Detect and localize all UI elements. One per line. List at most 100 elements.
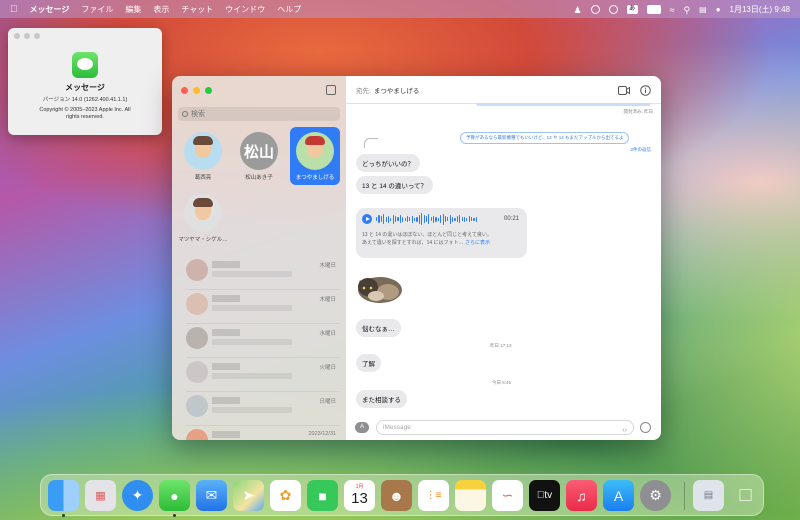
redacted-name (212, 397, 240, 404)
compose-icon[interactable] (326, 85, 336, 95)
notes-icon[interactable] (455, 480, 486, 511)
conversation-item[interactable]: 水曜日 (186, 324, 340, 358)
messages-icon[interactable]: ● (159, 480, 190, 511)
pinned-contact-4[interactable]: マツヤマ・シゲル… (178, 193, 228, 247)
battery-icon[interactable] (646, 4, 661, 14)
input-source-icon[interactable]: あ (626, 4, 638, 14)
music-icon[interactable]: ♫ (566, 480, 597, 511)
launchpad-icon[interactable]: ▦ (85, 480, 116, 511)
photos-icon[interactable]: ✿ (270, 480, 301, 511)
emoji-icon[interactable] (640, 422, 651, 433)
zoom-button[interactable] (205, 87, 212, 94)
message-bubble[interactable]: どっちがいいの？ (356, 154, 420, 172)
pinned-contact-1[interactable]: 葛西亮 (178, 131, 228, 185)
about-close-button[interactable] (14, 33, 20, 39)
contacts-icon[interactable]: ☻ (381, 480, 412, 511)
reply-count-link[interactable]: 2件の返信 (630, 147, 651, 153)
conversation-item[interactable]: 日曜日 (186, 392, 340, 426)
conversation-date: 水曜日 (319, 331, 336, 337)
mail-icon[interactable]: ✉ (196, 480, 227, 511)
conversation-item[interactable]: 火曜日 (186, 358, 340, 392)
audio-transcript: 13 と 14 の違いはほぼない。ほとんど同じと考えて良い。 あえて違いを探すと… (362, 231, 492, 247)
freeform-icon[interactable]: ∽ (492, 480, 523, 511)
dictation-icon[interactable]: ‹› (622, 424, 627, 437)
close-button[interactable] (181, 87, 188, 94)
menu-clock[interactable]: 1月13日(土) 9:48 (730, 4, 790, 15)
message-input[interactable]: iMessage ‹› (376, 420, 634, 435)
recipient-name[interactable]: まつやましげる (374, 85, 420, 95)
search-icon (182, 111, 188, 117)
about-window: メッセージ バージョン 14.0 (1262.400.41.1.1) Copyr… (8, 28, 162, 135)
conversation-date: 木曜日 (319, 263, 336, 269)
facetime-video-icon[interactable] (618, 86, 630, 95)
info-icon[interactable] (640, 85, 651, 96)
avatar (186, 293, 208, 315)
menu-edit[interactable]: 編集 (125, 4, 141, 15)
window-controls (181, 87, 212, 94)
pinned-contact-3[interactable]: まつやましげる (290, 127, 340, 185)
about-zoom-button[interactable] (34, 33, 40, 39)
show-more-link[interactable]: さらに表示 (465, 240, 490, 246)
downloads-icon[interactable]: ▤ (693, 480, 724, 511)
menu-window[interactable]: ウインドウ (225, 4, 265, 15)
timestamp-yesterday: 昨日 17:13 (490, 343, 512, 348)
about-copyright-1: Copyright © 2005–2023 Apple Inc. All (39, 107, 131, 113)
about-minimize-button[interactable] (24, 33, 30, 39)
transcript-line-2-text: あえて違いを探すとすれば、14 にはフォト… (362, 240, 464, 246)
message-bubble[interactable]: 悩むなぁ… (356, 319, 401, 337)
to-label: 宛先: (356, 87, 371, 95)
redacted-name (212, 329, 240, 336)
tv-icon[interactable]: tv (529, 480, 560, 511)
control-center-icon[interactable]: ▤ (699, 5, 707, 14)
reply-quote-bubble[interactable]: 予算があるなら最新機種でもいいけど、13 や 14 もまだアップルから出てるよ (460, 132, 630, 144)
redacted-name (212, 295, 240, 302)
spotlight-search-icon[interactable]: ⚲ (684, 5, 691, 15)
trash-icon[interactable]: □ (730, 480, 761, 511)
avatar (296, 132, 334, 170)
menu-chat[interactable]: チャット (181, 4, 213, 15)
status-icon[interactable] (590, 4, 600, 14)
app-store-icon[interactable]: A (603, 480, 634, 511)
search-field[interactable]: 検索 (178, 107, 340, 121)
reply-thread-line (364, 138, 378, 148)
facetime-icon[interactable]: ■ (307, 480, 338, 511)
app-store-button[interactable]: A (355, 422, 369, 433)
conversation-item[interactable]: 木曜日 (186, 256, 340, 290)
cat-sticker-image[interactable] (352, 272, 404, 306)
message-bubble[interactable]: 了解 (356, 354, 381, 372)
minimize-button[interactable] (193, 87, 200, 94)
siri-icon[interactable]: ● (716, 5, 721, 14)
calendar-icon[interactable]: 1月 13 (344, 480, 375, 511)
reminders-icon[interactable]: ⋮≡ (418, 480, 449, 511)
conversation-date: 2023/12/31 (308, 431, 336, 437)
redacted-preview (212, 305, 292, 311)
finder-icon[interactable] (48, 480, 79, 511)
apple-menu-icon[interactable]:  (10, 4, 18, 15)
audio-message[interactable]: 00:21 13 と 14 の違いはほぼない。ほとんど同じと考えて良い。 あえて… (356, 208, 527, 258)
redacted-preview (212, 271, 292, 277)
conversation-item[interactable]: 木曜日 (186, 290, 340, 324)
transcript-line-1: 13 と 14 の違いはほぼない。ほとんど同じと考えて良い。 (362, 232, 492, 238)
menu-view[interactable]: 表示 (153, 4, 169, 15)
message-bubble[interactable]: また相談する (356, 390, 407, 408)
redacted-name (212, 363, 240, 370)
safari-icon[interactable]: ✦ (122, 480, 153, 511)
read-receipt: 開封済み: 昨日 (623, 109, 654, 114)
message-placeholder: iMessage (383, 424, 411, 431)
message-bubble[interactable]: 13 と 14 の違いって？ (356, 176, 434, 194)
about-copyright-2: rights reserved. (66, 114, 104, 120)
menu-app-name[interactable]: メッセージ (30, 4, 70, 15)
system-settings-icon[interactable]: ⚙ (640, 480, 671, 511)
time-machine-icon[interactable] (608, 4, 618, 14)
menu-help[interactable]: ヘルプ (277, 4, 301, 15)
account-icon[interactable]: ♟ (574, 5, 582, 15)
menu-bar:  メッセージ ファイル 編集 表示 チャット ウインドウ ヘルプ ♟ あ ≈ … (0, 0, 800, 18)
play-icon[interactable] (362, 214, 372, 224)
pinned-contact-2[interactable]: 松山 松山あき子 (234, 131, 284, 185)
conversation-item[interactable]: 2023/12/31 (186, 426, 340, 440)
redacted-preview (212, 373, 292, 379)
maps-icon[interactable]: ➤ (233, 480, 264, 511)
wifi-icon[interactable]: ≈ (670, 5, 675, 15)
chat-pane: 宛先: まつやましげる 開封済み: 昨日 予算があるなら最新機種でもいいけど、1… (346, 76, 661, 440)
menu-file[interactable]: ファイル (81, 4, 113, 15)
